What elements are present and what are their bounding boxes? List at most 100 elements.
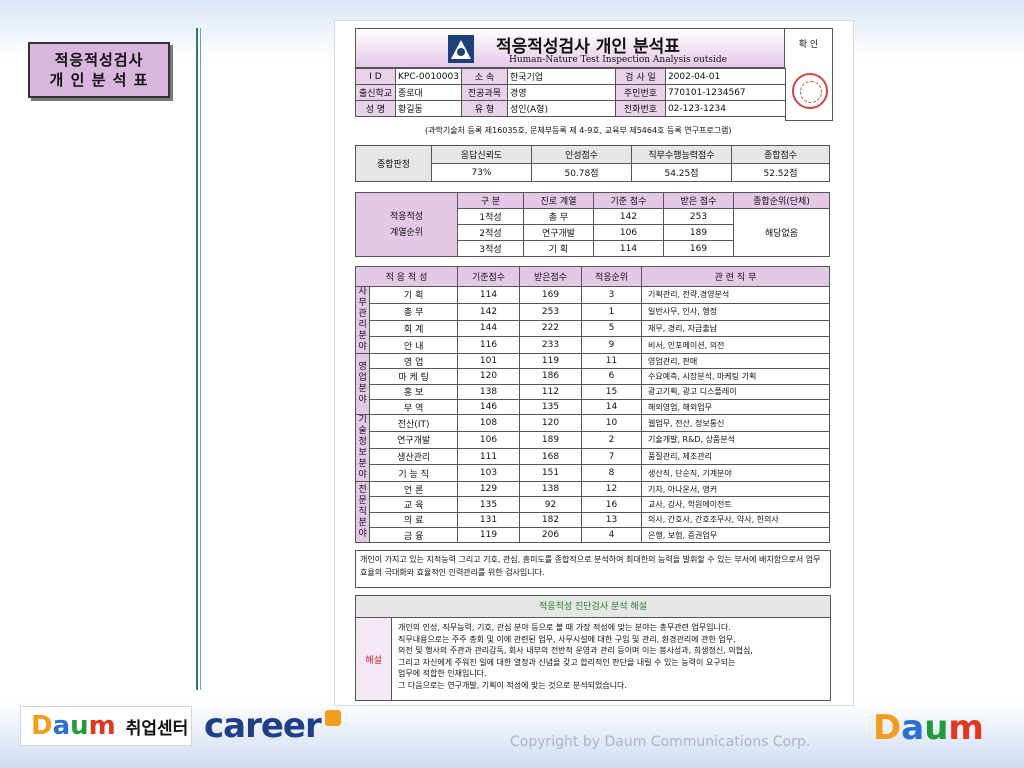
summary-value: 73% — [431, 163, 532, 182]
rank-cell: 1적성 — [457, 208, 524, 225]
analysis-line: 그 다음으로는 연구개발, 기획이 적성에 맞는 것으로 분석되었습니다. — [398, 680, 627, 690]
daum-letter: D — [873, 708, 902, 748]
rank-header: 진로 계열 — [523, 192, 594, 209]
info-label-resident-no: 주민번호 — [614, 84, 666, 101]
summary-header: 직무수행능력점수 — [631, 145, 732, 164]
aptitude-rank: 8 — [581, 464, 642, 483]
aptitude-rank: 4 — [581, 527, 642, 544]
daum-letter: u — [70, 711, 89, 741]
analysis-line: 개인의 인성, 직무능력, 기호, 관심 분야 등으로 볼 때 가장 적성에 맞… — [398, 623, 731, 632]
base-score: 120 — [457, 368, 520, 385]
job-center-label: 취업센터 — [125, 718, 189, 739]
received-score: 222 — [519, 319, 582, 338]
daum-logo: Daum — [31, 711, 116, 741]
aptitude-rank: 11 — [581, 352, 642, 370]
table-row: 생산관리 111 168 7 품질관리, 제조관리 — [356, 447, 830, 466]
registration-note: (과학기술처 등록 제16035호, 문체부등록 제 4-9호, 교육부 제54… — [425, 126, 732, 135]
analysis-line: 의전 및 행사의 주관과 관리감독, 회사 내부의 전반적 운영과 관리 등이며… — [398, 646, 753, 655]
related-jobs: 일반사무, 인사, 행정 — [641, 302, 830, 321]
table-row: 전문직분야언 론 129 138 12 기자, 아나운서, 앵커 — [354, 481, 830, 544]
detail-header: 관 련 직 무 — [641, 266, 830, 287]
analysis-line: 그리고 자신에게 주워진 일에 대한 열정과 신념을 갖고 합리적인 판단을 내… — [398, 657, 736, 667]
related-jobs: 영업관리, 판매 — [641, 352, 830, 370]
info-label-school: 출신학교 — [355, 84, 396, 101]
related-jobs: 기획관리, 전략,경영분석 — [641, 286, 830, 304]
info-value-id: KPC-0010003 — [395, 68, 462, 85]
rank-header: 구 분 — [457, 192, 524, 209]
received-score: 168 — [519, 447, 582, 466]
related-jobs: 기자, 아나운서, 앵커 — [641, 481, 830, 498]
received-score: 135 — [519, 398, 582, 416]
base-score: 131 — [457, 511, 520, 529]
aptitude-rank: 13 — [581, 511, 642, 529]
rank-header: 받은 점수 — [663, 192, 734, 209]
aptitude-name: 전산(IT) — [369, 414, 458, 432]
rank-cell: 기 획 — [523, 240, 594, 257]
info-label-test-date: 검 사 일 — [614, 68, 666, 85]
related-jobs: 재무, 경리, 자금출납 — [641, 319, 830, 338]
career-logo[interactable]: career — [204, 706, 341, 746]
info-value-major: 경영 — [506, 84, 616, 101]
received-score: 120 — [519, 414, 582, 432]
aptitude-rank: 14 — [581, 398, 642, 416]
slide-title-line-2: 개 인 분 석 표 — [49, 71, 149, 89]
document-title: 적응적성검사 개인 분석표 — [496, 37, 680, 57]
info-value-phone: 02-123-1234 — [664, 100, 788, 117]
aptitude-name: 교 육 — [369, 496, 458, 513]
received-score: 186 — [519, 368, 582, 385]
aptitude-detail-table: 적 응 적 성 기준점수 받은점수 적응순위 관 련 직 무 사무관리분야기 획… — [354, 266, 830, 544]
base-score: 114 — [457, 286, 520, 304]
analysis-section: 적응적성 진단검사 분석 해설 해설 개인의 인성, 직무능력, 기호, 관심 … — [355, 595, 831, 701]
aptitude-rank: 1 — [581, 302, 642, 321]
slide-title: 적응적성검사 개 인 분 석 표 — [28, 42, 170, 98]
table-row: 안 내 116 233 9 비서, 인포메이션, 의전 — [356, 336, 830, 354]
document-subtitle: Human-Nature Test Inspection Analysis ou… — [509, 55, 727, 65]
rank-cell: 2적성 — [457, 224, 524, 241]
table-row: 마 케 팅 120 186 6 수요예측, 시장분석, 마케팅 기획 — [356, 368, 830, 385]
rank-label-line-2: 계열순위 — [389, 227, 424, 238]
related-jobs: 비서, 인포메이션, 의전 — [641, 336, 830, 354]
rank-cell: 253 — [663, 208, 734, 225]
table-row: 교 육 135 92 16 교사, 강사, 학원에이전트 — [356, 496, 830, 513]
info-value-school: 종로대 — [395, 84, 462, 101]
base-score: 116 — [457, 336, 520, 354]
related-jobs: 은행, 보험, 증권업무 — [641, 527, 830, 544]
aptitude-name: 기 획 — [369, 286, 458, 304]
copyright-text: Copyright by Daum Communications Corp. — [510, 734, 811, 750]
daum-letter: m — [948, 708, 984, 748]
table-row: 기 능 직 103 151 8 생산직, 단순직, 기계분야 — [356, 464, 830, 483]
aptitude-name: 기 능 직 — [369, 464, 458, 483]
summary-value: 54.25점 — [631, 163, 732, 182]
divider-line-thin — [200, 28, 201, 690]
rank-cell: 169 — [663, 240, 734, 257]
daum-logo-large: Daum — [873, 708, 984, 748]
aptitude-name: 언 론 — [369, 481, 458, 498]
received-score: 253 — [519, 302, 582, 321]
daum-job-center-logo[interactable]: Daum 취업센터 — [20, 706, 192, 746]
analysis-title: 적응적성 진단검사 분석 해설 — [356, 596, 830, 618]
base-score: 135 — [457, 496, 520, 513]
daum-letter: u — [924, 708, 949, 748]
test-description: 개인이 가지고 있는 지적능력 그리고 기호, 관심, 흥미도를 종합적으로 분… — [355, 550, 831, 588]
daum-letter: D — [31, 711, 53, 741]
official-stamp-icon — [792, 73, 828, 109]
confirm-label: 확 인 — [784, 29, 832, 68]
aptitude-rank: 15 — [581, 383, 642, 400]
daum-letter: m — [88, 711, 116, 741]
aptitude-rank: 5 — [581, 319, 642, 338]
overall-judgement-table: 종합판정 응답신뢰도 인성점수 직무수행능력점수 종합점수 73% 50.78점… — [355, 145, 830, 182]
stamp-cell — [785, 68, 833, 121]
related-jobs: 수요예측, 시장분석, 마케팅 기획 — [641, 368, 830, 385]
rank-label: 적응적성 계열순위 — [355, 192, 458, 257]
aptitude-name: 홍 보 — [369, 383, 458, 400]
table-row: 연구개발 106 189 2 기술개발, R&D, 상품분석 — [356, 430, 830, 449]
received-score: 189 — [519, 430, 582, 449]
table-row: 총 무 142 253 1 일반사무, 인사, 행정 — [356, 302, 830, 321]
related-jobs: 생산직, 단순직, 기계분야 — [641, 464, 830, 483]
aptitude-name: 금 융 — [369, 527, 458, 544]
rank-header: 종합순위(단체) — [733, 192, 830, 209]
divider-line — [196, 28, 198, 690]
daum-letter: a — [901, 708, 925, 748]
aptitude-name: 연구개발 — [369, 430, 458, 449]
summary-value: 50.78점 — [531, 163, 632, 182]
